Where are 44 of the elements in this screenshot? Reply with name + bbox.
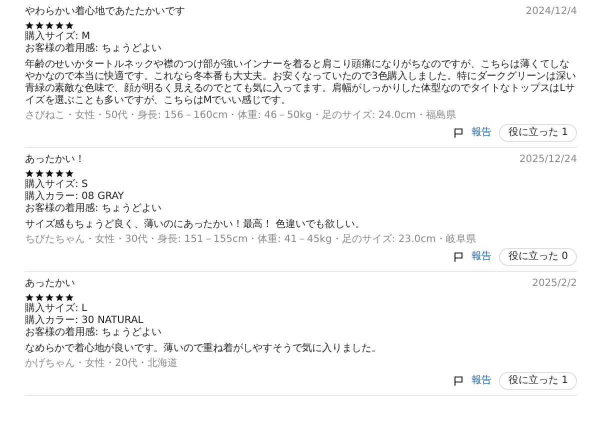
review-title: あったかい！ xyxy=(25,154,85,166)
reviewer-info: かげちゃん・女性・20代・北海道 xyxy=(25,358,179,370)
review-detail: 購入サイズ: S xyxy=(25,179,89,190)
report-link[interactable]: 報告 xyxy=(471,127,492,139)
review-title: やわらかい着心地であたたかいです xyxy=(25,6,185,18)
star-icon xyxy=(35,293,44,302)
review-date: 2025/12/24 xyxy=(519,154,577,166)
review-detail: お客様の着用感: ちょうどよい xyxy=(25,327,163,339)
helpful-button[interactable]: 役に立った 0 xyxy=(499,248,577,266)
star-icon xyxy=(65,21,74,30)
star-icon xyxy=(25,169,34,178)
review-date: 2025/2/2 xyxy=(532,278,577,290)
star-icon xyxy=(55,21,64,30)
star-icon xyxy=(25,293,34,302)
flag-icon[interactable] xyxy=(454,128,464,138)
star-icon xyxy=(55,169,64,178)
review-text: サイズ感もちょうど良く、薄いのにあったかい！最高！ 色違いでも欲しい。 xyxy=(25,219,366,231)
helpful-button[interactable]: 役に立った 1 xyxy=(499,372,577,390)
review-detail: 購入サイズ: L xyxy=(25,303,88,314)
review-detail: 購入サイズ: M xyxy=(25,31,92,42)
star-icon xyxy=(25,21,34,30)
reviewer-info: さびねこ・女性・50代・身長: 156－160cm・体重: 46－50kg・足のサイズ: 24.0cm・福島県 xyxy=(25,110,457,122)
flag-icon[interactable] xyxy=(454,252,464,262)
reviewer-info: ちびたちゃん・女性・30代・身長: 151－155cm・体重: 41－45kg・足のサイズ: 23.0cm・岐阜県 xyxy=(25,234,477,246)
report-link[interactable]: 報告 xyxy=(471,251,492,263)
review-detail: お客様の着用感: ちょうどよい xyxy=(25,203,163,215)
star-icon xyxy=(35,21,44,30)
review-detail: お客様の着用感: ちょうどよい xyxy=(25,43,163,55)
review-text: 年齢のせいかタートルネックや襟のつけ部が強いインナーを着ると肩こり頭痛になりがちなのですが、こちらは薄くてしなやかなので本当に快適です。これなら冬本番も大丈夫。お安くなっていたので3色購入しました。特にダークグリーンは深い青緑の素敵な色味で、顔が明るく見えるのでとても気に入ってます。肩幅がしっかりした体型なのでタイトなトップスはLサイズを選ぶことも多いですが、こちらはMでいい感じです。 xyxy=(25,59,577,107)
star-icon xyxy=(65,169,74,178)
review-detail: 購入カラー: 08 GRAY xyxy=(25,191,125,202)
review-date: 2024/12/4 xyxy=(526,6,577,18)
review-text: なめらかで着心地が良いです。薄いので重ね着がしやすそうで気に入りました。 xyxy=(25,343,382,355)
star-icon xyxy=(45,21,54,30)
flag-icon[interactable] xyxy=(454,376,464,386)
review-title: あったかい xyxy=(25,278,75,290)
star-icon xyxy=(55,293,64,302)
review-detail: 購入カラー: 30 NATURAL xyxy=(25,315,144,326)
star-icon xyxy=(35,169,44,178)
star-icon xyxy=(45,169,54,178)
star-icon xyxy=(45,293,54,302)
report-link[interactable]: 報告 xyxy=(471,375,492,387)
helpful-button[interactable]: 役に立った 1 xyxy=(499,124,577,142)
star-icon xyxy=(65,293,74,302)
